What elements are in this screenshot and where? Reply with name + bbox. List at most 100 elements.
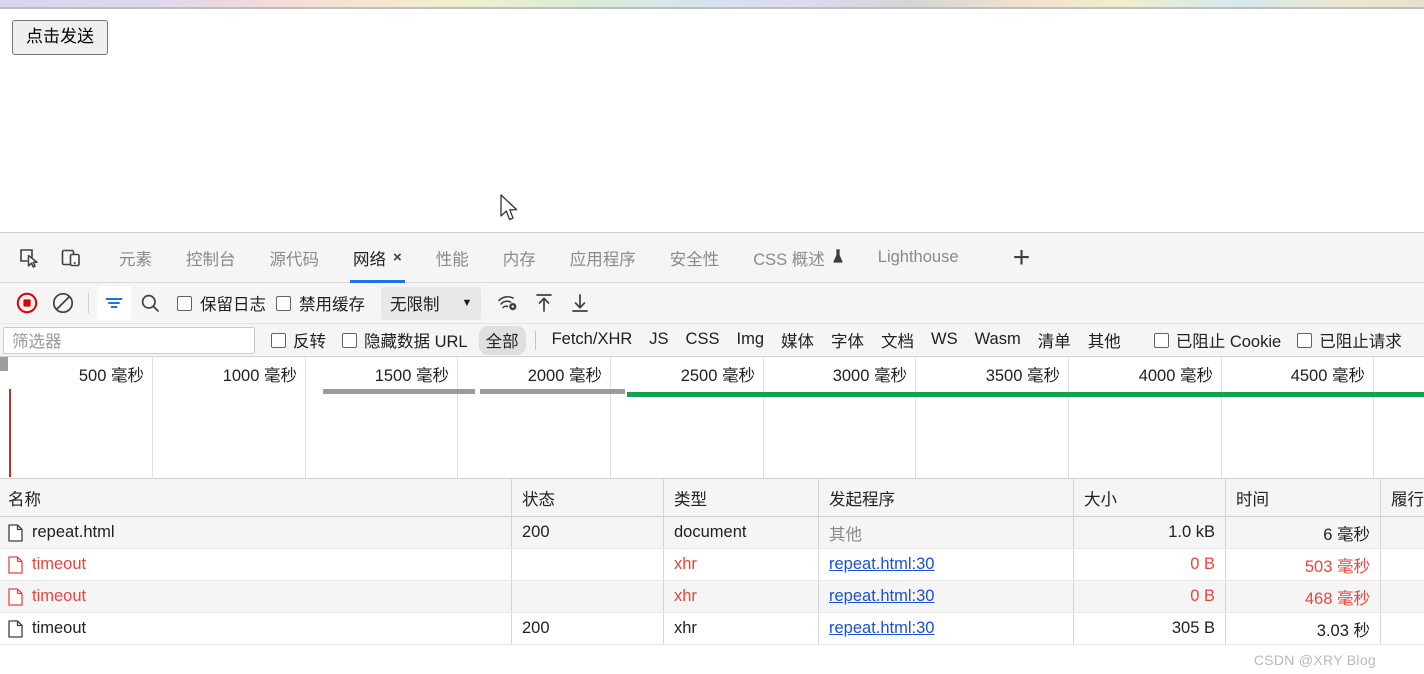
search-icon[interactable] (133, 286, 167, 320)
cell-waterfall (1381, 613, 1424, 644)
tab-elements[interactable]: 元素 (102, 233, 169, 283)
invert-checkbox[interactable]: 反转 (271, 328, 326, 352)
timeline-tick (610, 357, 611, 478)
tab-lighthouse[interactable]: Lighthouse (861, 233, 976, 283)
export-har-icon[interactable] (563, 286, 597, 320)
devtools-tabstrip: 元素 控制台 源代码 网络 × 性能 内存 应用程序 安全性 CSS 概述 Li… (0, 233, 1424, 283)
column-header-status[interactable]: 状态 (512, 479, 664, 516)
cell-name[interactable]: repeat.html (0, 517, 512, 548)
timeline-tick-label: 4000 毫秒 (1138, 367, 1213, 385)
table-row[interactable]: repeat.html 200 document 其他 1.0 kB 6 毫秒 (0, 517, 1424, 549)
column-header-type[interactable]: 类型 (664, 479, 819, 516)
filter-icon[interactable] (97, 286, 131, 320)
checkbox-box[interactable] (1297, 332, 1313, 348)
cell-time: 6 毫秒 (1226, 517, 1381, 548)
type-filter-ws[interactable]: WS (924, 328, 965, 352)
tab-performance[interactable]: 性能 (419, 233, 486, 283)
add-panel-button[interactable]: + (1004, 240, 1040, 276)
tab-label: 安全性 (669, 250, 720, 269)
toolbar-divider (88, 293, 89, 313)
throttling-dropdown[interactable]: 无限制 ▼ (381, 286, 482, 320)
send-button[interactable]: 点击发送 (12, 20, 108, 55)
network-conditions-icon[interactable] (491, 286, 525, 320)
tab-security[interactable]: 安全性 (653, 233, 737, 283)
record-stop-icon[interactable] (10, 286, 44, 320)
table-row[interactable]: timeout xhr repeat.html:30 0 B 468 毫秒 (0, 581, 1424, 613)
checkbox-box[interactable] (177, 295, 192, 311)
timeline-scroll-handle[interactable] (0, 357, 8, 371)
chevron-down-icon[interactable]: ▼ (462, 297, 473, 309)
timeline-tick-label: 4500 毫秒 (1290, 367, 1365, 385)
column-header-initiator[interactable]: 发起程序 (819, 479, 1074, 516)
tab-label: Lighthouse (877, 248, 959, 266)
type-filter-img[interactable]: Img (729, 328, 771, 352)
blocked-cookies-checkbox[interactable]: 已阻止 Cookie (1153, 328, 1282, 352)
tab-css-overview[interactable]: CSS 概述 (736, 233, 861, 283)
inspect-element-icon[interactable] (12, 241, 46, 275)
checkbox-box[interactable] (342, 332, 357, 348)
import-har-icon[interactable] (527, 286, 561, 320)
cell-status (512, 581, 664, 612)
checkbox-box[interactable] (276, 295, 291, 311)
timeline-tick (1068, 357, 1069, 478)
initiator-value[interactable]: repeat.html:30 (829, 555, 934, 574)
tab-sources[interactable]: 源代码 (253, 233, 337, 283)
throttling-value: 无限制 (390, 295, 440, 314)
column-header-size[interactable]: 大小 (1074, 479, 1226, 516)
column-header-waterfall[interactable]: 履行 (1381, 479, 1424, 516)
checkbox-box[interactable] (1153, 332, 1169, 348)
blocked-cookies-label: 已阻止 Cookie (1175, 333, 1282, 351)
column-header-time[interactable]: 时间 (1226, 479, 1381, 516)
tab-network[interactable]: 网络 × (336, 233, 419, 283)
cell-initiator[interactable]: repeat.html:30 (819, 613, 1074, 644)
filter-input[interactable]: 筛选器 (3, 326, 255, 354)
network-overview-timeline[interactable]: 500 毫秒 1000 毫秒 1500 毫秒 2000 毫秒 2500 毫秒 3000 毫… (0, 357, 1424, 479)
cell-name[interactable]: timeout (0, 613, 512, 644)
cell-name[interactable]: timeout (0, 549, 512, 580)
experiment-beaker-icon (832, 248, 844, 267)
type-filter-media[interactable]: 媒体 (774, 326, 821, 355)
table-row[interactable]: timeout 200 xhr repeat.html:30 305 B 3.03 秒 (0, 613, 1424, 645)
type-filter-js[interactable]: JS (642, 328, 675, 352)
device-toolbar-icon[interactable] (54, 241, 88, 275)
disable-cache-checkbox[interactable]: 禁用缓存 (276, 291, 365, 315)
tab-label: 性能 (435, 250, 469, 269)
table-row[interactable]: timeout xhr repeat.html:30 0 B 503 毫秒 (0, 549, 1424, 581)
clear-network-icon[interactable] (46, 286, 80, 320)
network-requests-table: 名称 状态 类型 发起程序 大小 时间 履行 repeat.html 200 doc… (0, 479, 1424, 645)
timeline-pending-request-bar (627, 392, 1424, 397)
initiator-value[interactable]: repeat.html:30 (829, 619, 934, 638)
checkbox-box[interactable] (271, 332, 286, 348)
gradient-bar-shadow (0, 7, 1424, 9)
cell-initiator[interactable]: repeat.html:30 (819, 549, 1074, 580)
preserve-log-label: 保留日志 (200, 296, 266, 314)
tab-label: CSS 概述 (753, 250, 825, 269)
type-filter-font[interactable]: 字体 (824, 326, 871, 355)
column-header-name[interactable]: 名称 (0, 479, 512, 516)
type-filter-manifest[interactable]: 清单 (1031, 326, 1078, 355)
timeline-tick-label: 3500 毫秒 (985, 367, 1060, 385)
cell-name[interactable]: timeout (0, 581, 512, 612)
type-filter-css[interactable]: CSS (679, 328, 727, 352)
cell-size: 0 B (1074, 581, 1226, 612)
tab-memory[interactable]: 内存 (486, 233, 553, 283)
timeline-tick (915, 357, 916, 478)
cell-type: xhr (664, 613, 819, 644)
preserve-log-checkbox[interactable]: 保留日志 (177, 291, 266, 315)
cell-size: 0 B (1074, 549, 1226, 580)
type-filter-doc[interactable]: 文档 (874, 326, 921, 355)
timeline-tick (305, 357, 306, 478)
close-icon[interactable]: × (393, 250, 402, 265)
timeline-tick (1221, 357, 1222, 478)
type-filter-fetch-xhr[interactable]: Fetch/XHR (545, 328, 640, 352)
cell-initiator[interactable]: repeat.html:30 (819, 581, 1074, 612)
tab-application[interactable]: 应用程序 (553, 233, 653, 283)
tab-console[interactable]: 控制台 (169, 233, 253, 283)
tab-label: 元素 (119, 250, 152, 269)
blocked-requests-checkbox[interactable]: 已阻止请求 (1297, 328, 1402, 352)
hide-data-urls-checkbox[interactable]: 隐藏数据 URL (342, 328, 468, 352)
type-filter-wasm[interactable]: Wasm (968, 328, 1028, 352)
initiator-value[interactable]: repeat.html:30 (829, 587, 934, 606)
type-filter-all[interactable]: 全部 (478, 325, 526, 355)
type-filter-other[interactable]: 其他 (1081, 326, 1128, 355)
